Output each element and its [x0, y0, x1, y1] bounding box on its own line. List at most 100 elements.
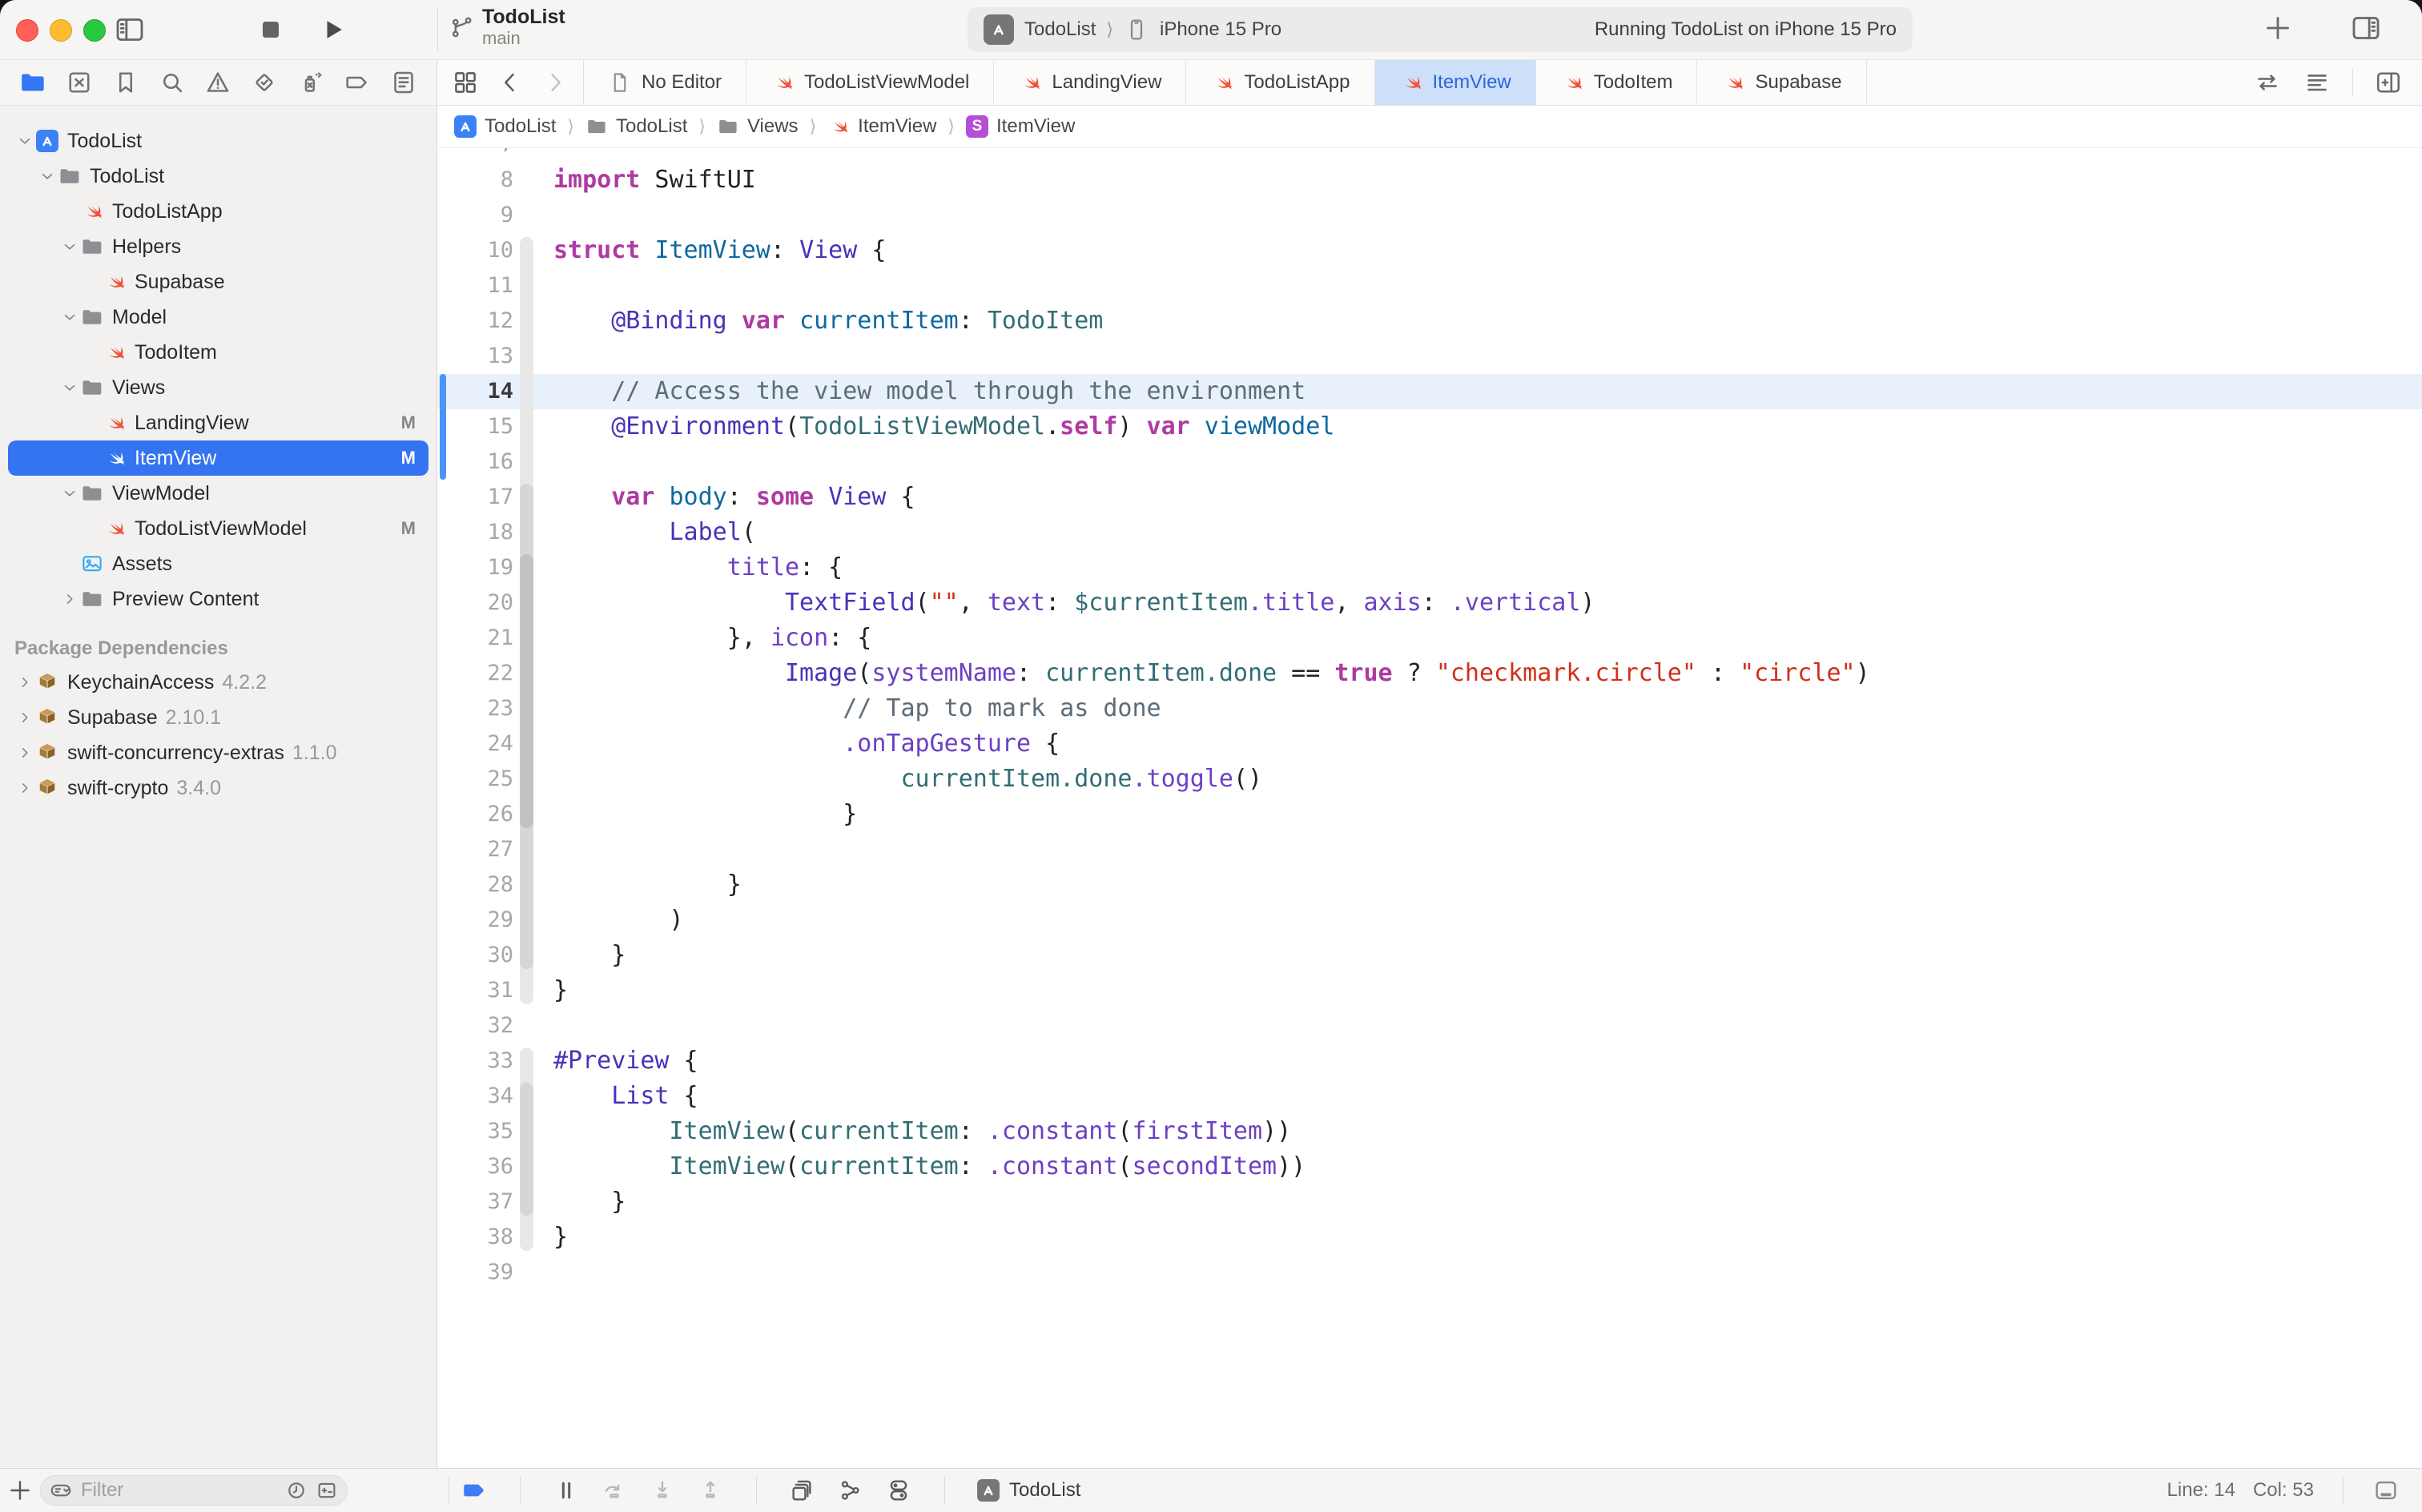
sidebar-item-todolistviewmodel[interactable]: TodoListViewModelM	[8, 511, 428, 546]
disclosure-down-icon[interactable]	[59, 485, 80, 502]
forward-button[interactable]	[541, 69, 569, 96]
code-line-34[interactable]: 34 List {	[438, 1079, 2422, 1114]
disclosure-right-icon[interactable]	[14, 744, 35, 762]
code-line-24[interactable]: 24 .onTapGesture {	[438, 726, 2422, 762]
code-line-38[interactable]: 38}	[438, 1220, 2422, 1255]
sidebar-item-model[interactable]: Model	[8, 300, 428, 335]
code-line-15[interactable]: 15 @Environment(TodoListViewModel.self) …	[438, 409, 2422, 444]
stop-button[interactable]	[253, 12, 288, 47]
zoom-button[interactable]	[83, 19, 106, 42]
filter-input[interactable]	[79, 1478, 278, 1502]
code-line-25[interactable]: 25 currentItem.done.toggle()	[438, 762, 2422, 797]
disclosure-down-icon[interactable]	[59, 379, 80, 396]
tab-itemview[interactable]: ItemView	[1375, 60, 1536, 105]
disclosure-right-icon[interactable]	[14, 674, 35, 691]
sidebar-item-itemview[interactable]: ItemViewM	[8, 440, 428, 476]
breakpoint-navigator-button[interactable]	[343, 68, 372, 97]
step-out-button[interactable]	[697, 1477, 724, 1504]
run-destination[interactable]: iPhone 15 Pro	[1160, 18, 1281, 41]
view-hierarchy-button[interactable]	[789, 1477, 816, 1504]
run-button[interactable]	[316, 12, 351, 47]
package-item-supabase[interactable]: Supabase2.10.1	[8, 700, 428, 735]
source-editor[interactable]: 78import SwiftUI910struct ItemView: View…	[438, 148, 2422, 1468]
disclosure-down-icon[interactable]	[14, 132, 35, 150]
tab-no-editor[interactable]: No Editor	[584, 60, 746, 105]
activity-status-bar[interactable]: TodoList ⟩ iPhone 15 Pro Running TodoLis…	[968, 7, 1913, 52]
code-line-12[interactable]: 12 @Binding var currentItem: TodoItem	[438, 304, 2422, 339]
disclosure-right-icon[interactable]	[14, 779, 35, 797]
tab-todoitem[interactable]: TodoItem	[1536, 60, 1698, 105]
step-into-button[interactable]	[649, 1477, 676, 1504]
disclosure-right-icon[interactable]	[59, 590, 80, 608]
code-line-31[interactable]: 31}	[438, 973, 2422, 1008]
add-button[interactable]	[2262, 12, 2294, 44]
code-line-36[interactable]: 36 ItemView(currentItem: .constant(secon…	[438, 1149, 2422, 1184]
sidebar-item-assets[interactable]: Assets	[8, 546, 428, 581]
package-item-swift-crypto[interactable]: swift-crypto3.4.0	[8, 770, 428, 806]
test-navigator-button[interactable]	[250, 68, 279, 97]
code-line-8[interactable]: 8import SwiftUI	[438, 163, 2422, 198]
disclosure-right-icon[interactable]	[14, 709, 35, 726]
package-item-keychainaccess[interactable]: KeychainAccess4.2.2	[8, 665, 428, 700]
code-line-35[interactable]: 35 ItemView(currentItem: .constant(first…	[438, 1114, 2422, 1149]
sidebar-item-supabase[interactable]: Supabase	[8, 264, 428, 300]
code-line-23[interactable]: 23 // Tap to mark as done	[438, 691, 2422, 726]
code-line-13[interactable]: 13	[438, 339, 2422, 374]
related-items-button[interactable]	[452, 69, 479, 96]
code-line-30[interactable]: 30 }	[438, 938, 2422, 973]
add-editor-button[interactable]	[2374, 68, 2403, 97]
sidebar-item-views[interactable]: Views	[8, 370, 428, 405]
tab-todolistviewmodel[interactable]: TodoListViewModel	[746, 60, 994, 105]
find-navigator-button[interactable]	[158, 68, 187, 97]
code-line-14[interactable]: 14 // Access the view model through the …	[438, 374, 2422, 409]
code-line-21[interactable]: 21 }, icon: {	[438, 621, 2422, 656]
code-line-28[interactable]: 28 }	[438, 867, 2422, 903]
running-process[interactable]: TodoList	[977, 1479, 1080, 1502]
code-line-19[interactable]: 19 title: {	[438, 550, 2422, 585]
disclosure-down-icon[interactable]	[37, 167, 58, 185]
source-control-navigator-button[interactable]	[65, 68, 94, 97]
pause-button[interactable]	[553, 1477, 580, 1504]
sidebar-item-todolist[interactable]: TodoList	[8, 159, 428, 194]
code-line-16[interactable]: 16	[438, 444, 2422, 480]
code-line-29[interactable]: 29 )	[438, 903, 2422, 938]
scheme-name[interactable]: TodoList	[1024, 18, 1096, 41]
code-line-9[interactable]: 9	[438, 198, 2422, 233]
disclosure-down-icon[interactable]	[59, 308, 80, 326]
report-navigator-button[interactable]	[389, 68, 418, 97]
back-button[interactable]	[497, 69, 524, 96]
issue-navigator-button[interactable]	[203, 68, 232, 97]
minimize-button[interactable]	[50, 19, 72, 42]
disclosure-down-icon[interactable]	[59, 238, 80, 255]
sidebar-item-helpers[interactable]: Helpers	[8, 229, 428, 264]
toggle-left-sidebar-button[interactable]	[112, 12, 147, 47]
close-button[interactable]	[16, 19, 38, 42]
code-line-17[interactable]: 17 var body: some View {	[438, 480, 2422, 515]
breadcrumb-item-todolist[interactable]: TodoList	[585, 115, 687, 138]
toggle-right-sidebar-button[interactable]	[2350, 12, 2382, 44]
recents-button[interactable]	[284, 1478, 308, 1502]
breadcrumb-item-itemview[interactable]: ItemView	[827, 115, 936, 138]
code-line-32[interactable]: 32	[438, 1008, 2422, 1044]
filter-field[interactable]	[40, 1475, 348, 1506]
breadcrumb-item-todolist[interactable]: TodoList	[454, 115, 556, 138]
filter-scope-button[interactable]	[315, 1478, 339, 1502]
adjust-editor-button[interactable]	[2303, 68, 2331, 97]
canvas-toggle-button[interactable]	[2372, 1477, 2400, 1504]
tab-landingview[interactable]: LandingView	[994, 60, 1186, 105]
code-line-27[interactable]: 27	[438, 832, 2422, 867]
tab-todolistapp[interactable]: TodoListApp	[1186, 60, 1374, 105]
sidebar-item-todolistapp[interactable]: TodoListApp	[8, 194, 428, 229]
tab-supabase[interactable]: Supabase	[1697, 60, 1866, 105]
memory-graph-button[interactable]	[837, 1477, 864, 1504]
breadcrumb-item-views[interactable]: Views	[717, 115, 799, 138]
add-file-button[interactable]	[0, 1477, 40, 1504]
sidebar-item-landingview[interactable]: LandingViewM	[8, 405, 428, 440]
debug-navigator-button[interactable]	[296, 68, 325, 97]
sidebar-item-viewmodel[interactable]: ViewModel	[8, 476, 428, 511]
code-review-button[interactable]	[2253, 68, 2282, 97]
code-line-33[interactable]: 33#Preview {	[438, 1044, 2422, 1079]
code-line-26[interactable]: 26 }	[438, 797, 2422, 832]
code-line-7[interactable]: 7	[438, 148, 2422, 163]
code-line-22[interactable]: 22 Image(systemName: currentItem.done ==…	[438, 656, 2422, 691]
